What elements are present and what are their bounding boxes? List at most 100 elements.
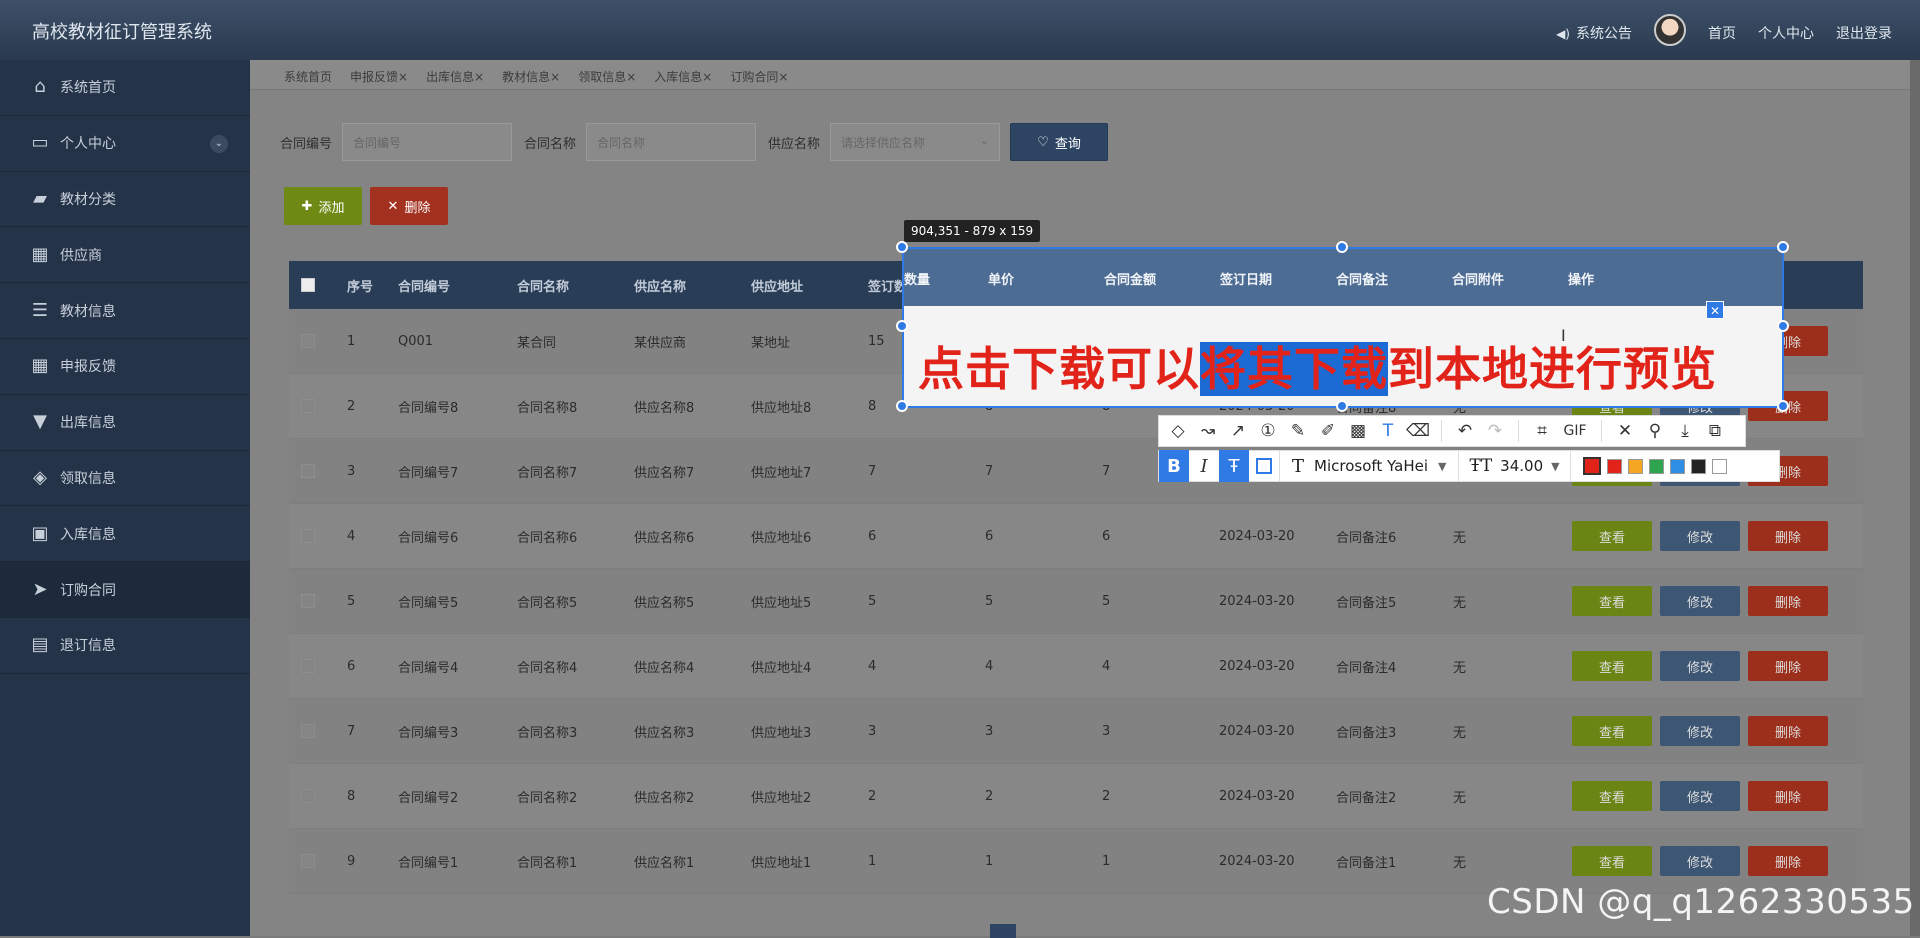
tab[interactable]: 系统首页 (284, 68, 332, 85)
row-delete-button[interactable]: 删除 (1748, 781, 1828, 811)
sidebar-item[interactable]: ⌂ 系统首页 (0, 60, 250, 116)
sidebar-item[interactable]: ▤ 退订信息 (0, 618, 250, 674)
sidebar-item[interactable]: ▼ 出库信息 (0, 395, 250, 451)
color-swatch[interactable] (1606, 458, 1622, 474)
row-delete-button[interactable]: 删除 (1748, 716, 1828, 746)
tab[interactable]: 领取信息× (578, 68, 636, 85)
contract-no-input[interactable]: 合同编号 (342, 123, 513, 161)
scrollbar[interactable] (1910, 60, 1920, 936)
resize-handle-bl[interactable] (896, 400, 908, 412)
nav-profile[interactable]: 个人中心 (1758, 23, 1814, 43)
pin-icon[interactable]: ⚲ (1642, 418, 1668, 444)
sidebar-item[interactable]: ▦ 申报反馈 (0, 339, 250, 395)
redo-icon[interactable]: ↷ (1482, 418, 1508, 444)
row-checkbox[interactable] (301, 854, 315, 868)
tab[interactable]: 申报反馈× (350, 68, 408, 85)
copy-icon[interactable]: ⧉ (1702, 418, 1728, 444)
supplier-select[interactable]: 请选择供应名称 ⌄ (830, 123, 1001, 161)
resize-handle-b[interactable] (1336, 400, 1348, 412)
row-checkbox[interactable] (301, 399, 315, 413)
color-swatch[interactable] (1711, 458, 1727, 474)
color-swatch[interactable] (1582, 457, 1601, 475)
download-icon[interactable]: ⤓ (1672, 418, 1698, 444)
add-button[interactable]: ✚ 添加 (284, 187, 362, 225)
curve-arrow-icon[interactable]: ↝ (1195, 418, 1221, 444)
bold-icon[interactable]: B (1159, 450, 1189, 482)
edit-button[interactable]: 修改 (1660, 716, 1740, 746)
color-swatch[interactable] (1669, 458, 1685, 474)
view-button[interactable]: 查看 (1572, 781, 1652, 811)
delete-button[interactable]: ✕ 删除 (370, 187, 448, 225)
row-checkbox[interactable] (301, 789, 315, 803)
notice-link[interactable]: ◀) 系统公告 (1556, 23, 1632, 43)
sidebar-item[interactable]: ➤ 订购合同 (0, 562, 250, 618)
text-box-close-icon[interactable]: ✕ (1706, 301, 1724, 319)
view-button[interactable]: 查看 (1572, 846, 1652, 876)
pencil-icon[interactable]: ✎ (1285, 418, 1311, 444)
sidebar-item[interactable]: ▦ 供应商 (0, 227, 250, 284)
background-toggle-icon[interactable] (1249, 450, 1279, 482)
nav-logout[interactable]: 退出登录 (1836, 23, 1892, 43)
row-checkbox[interactable] (301, 724, 315, 738)
tab[interactable]: 出库信息× (426, 68, 484, 85)
annotation-text[interactable]: 点击下载可以将其下载到本地进行预览 (918, 333, 1717, 399)
color-swatch[interactable] (1627, 458, 1643, 474)
mosaic-icon[interactable]: ▩ (1345, 418, 1371, 444)
avatar[interactable] (1654, 14, 1686, 46)
color-swatch[interactable] (1690, 458, 1706, 474)
row-delete-button[interactable]: 删除 (1748, 521, 1828, 551)
sidebar-item[interactable]: ▣ 入库信息 (0, 506, 250, 563)
resize-handle-tl[interactable] (896, 241, 908, 253)
row-checkbox[interactable] (301, 594, 315, 608)
resize-handle-br[interactable] (1777, 400, 1789, 412)
font-family-select[interactable]: T Microsoft YaHei ▼ (1279, 450, 1458, 482)
ocr-icon[interactable]: ⌗ (1529, 418, 1555, 444)
number-marker-icon[interactable]: ① (1255, 418, 1281, 444)
row-checkbox[interactable] (301, 464, 315, 478)
row-checkbox[interactable] (301, 334, 315, 348)
tab[interactable]: 入库信息× (654, 68, 712, 85)
tab[interactable]: 订购合同× (730, 68, 788, 85)
resize-handle-t[interactable] (1336, 241, 1348, 253)
view-button[interactable]: 查看 (1572, 521, 1652, 551)
chevron-down-icon[interactable]: ⌄ (210, 134, 228, 153)
sidebar-item[interactable]: ▭ 个人中心 ⌄ (0, 116, 250, 172)
row-checkbox[interactable] (301, 659, 315, 673)
edit-button[interactable]: 修改 (1660, 846, 1740, 876)
search-button[interactable]: ♡ 查询 (1010, 123, 1109, 161)
font-size-select[interactable]: ŦT 34.00 ▼ (1458, 450, 1569, 482)
row-delete-button[interactable]: 删除 (1748, 846, 1828, 876)
select-all-checkbox[interactable] (301, 278, 315, 292)
nav-home[interactable]: 首页 (1708, 23, 1736, 43)
row-checkbox[interactable] (301, 529, 315, 543)
edit-button[interactable]: 修改 (1660, 521, 1740, 551)
eraser-icon[interactable]: ⌫ (1405, 418, 1431, 444)
resize-handle-r[interactable] (1777, 320, 1789, 332)
text-tool-icon[interactable]: T (1375, 418, 1401, 444)
resize-handle-l[interactable] (896, 320, 908, 332)
sign-icon: ▼ (33, 411, 47, 433)
sidebar-item[interactable]: ☰ 教材信息 (0, 283, 250, 339)
undo-icon[interactable]: ↶ (1452, 418, 1478, 444)
text-style-icon[interactable]: Ŧ (1219, 450, 1249, 482)
shape-icon[interactable]: ◇ (1165, 418, 1191, 444)
cancel-icon[interactable]: ✕ (1612, 418, 1638, 444)
sidebar-item[interactable]: ▰ 教材分类 (0, 172, 250, 228)
edit-button[interactable]: 修改 (1660, 651, 1740, 681)
gif-button[interactable]: GIF (1559, 418, 1591, 444)
view-button[interactable]: 查看 (1572, 716, 1652, 746)
tab[interactable]: 教材信息× (502, 68, 560, 85)
edit-button[interactable]: 修改 (1660, 586, 1740, 616)
view-button[interactable]: 查看 (1572, 586, 1652, 616)
view-button[interactable]: 查看 (1572, 651, 1652, 681)
italic-icon[interactable]: I (1189, 450, 1219, 482)
highlighter-icon[interactable]: ✐ (1315, 418, 1341, 444)
row-delete-button[interactable]: 删除 (1748, 586, 1828, 616)
row-delete-button[interactable]: 删除 (1748, 651, 1828, 681)
edit-button[interactable]: 修改 (1660, 781, 1740, 811)
resize-handle-tr[interactable] (1777, 241, 1789, 253)
arrow-icon[interactable]: ↗ (1225, 418, 1251, 444)
contract-name-input[interactable]: 合同名称 (586, 123, 757, 161)
sidebar-item[interactable]: ◈ 领取信息 (0, 451, 250, 507)
color-swatch[interactable] (1648, 458, 1664, 474)
